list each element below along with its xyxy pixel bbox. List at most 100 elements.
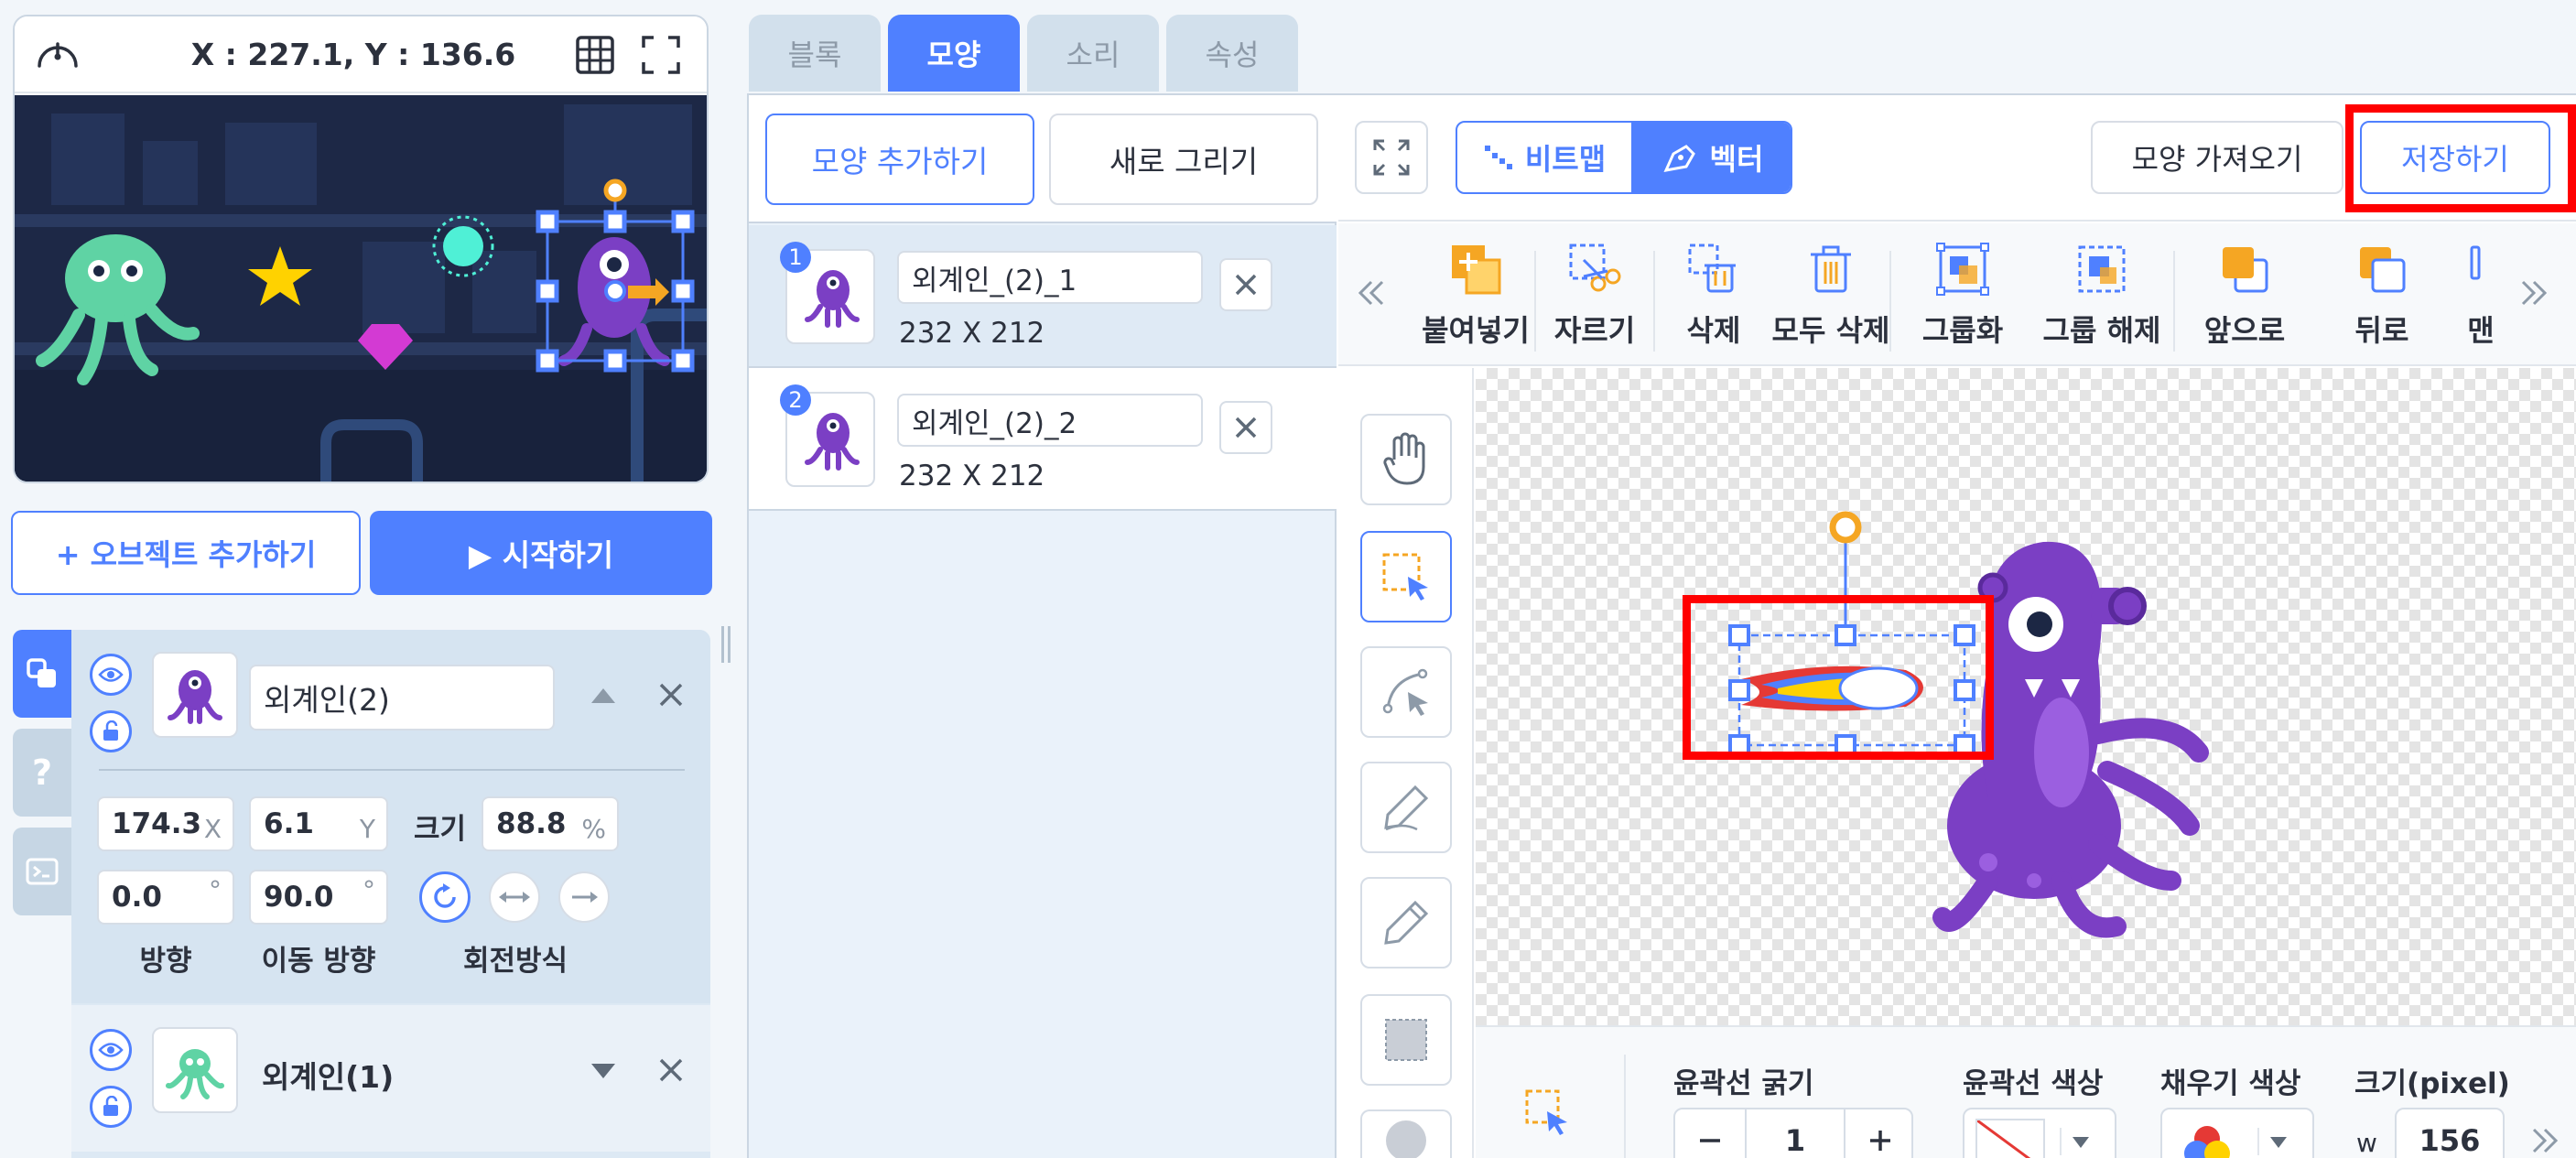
rotate-none-icon[interactable] — [558, 871, 610, 923]
object-item[interactable]: 외계인(1) — [71, 1005, 710, 1152]
pen-tool[interactable] — [1360, 762, 1452, 853]
object-thumbnail — [152, 1027, 238, 1113]
delete-all-label: 모두 삭제 — [1771, 313, 1890, 348]
y-field[interactable]: 6.1 Y — [249, 796, 388, 851]
bring-forward-tool[interactable]: 앞으로 — [2181, 240, 2309, 350]
costume-name-field[interactable]: 외계인_(2)_1 — [897, 251, 1203, 304]
stroke-color-picker[interactable] — [1963, 1108, 2116, 1158]
stage-header: X : 227.1, Y : 136.6 — [15, 16, 707, 93]
delete-object-icon[interactable] — [657, 1056, 685, 1084]
speedometer-icon[interactable] — [35, 33, 81, 73]
cut-label: 자르기 — [1553, 313, 1636, 348]
expand-down-icon[interactable] — [590, 1060, 617, 1082]
panel-splitter-handle[interactable] — [720, 626, 732, 663]
grid-icon[interactable] — [575, 35, 615, 75]
toolbar-divider — [1889, 251, 1891, 352]
console-icon — [26, 858, 59, 885]
stroke-width-label: 윤곽선 굵기 — [1673, 1067, 1814, 1100]
draw-new-button[interactable]: 새로 그리기 — [1049, 114, 1318, 205]
delete-all-tool[interactable]: 모두 삭제 — [1767, 240, 1895, 350]
hand-tool[interactable] — [1360, 414, 1452, 505]
bitmap-mode-button[interactable]: 비트맵 — [1457, 123, 1631, 192]
object-name-field[interactable]: 외계인(2) — [249, 665, 555, 731]
rotate-free-icon[interactable] — [419, 871, 471, 923]
toolbar-scroll-left-icon[interactable] — [1353, 275, 1390, 311]
import-shape-button[interactable]: 모양 가져오기 — [2091, 121, 2343, 194]
y-value: 6.1 — [264, 807, 314, 840]
size-field[interactable]: 88.8% — [482, 796, 619, 851]
costume-panel: 모양 추가하기 새로 그리기 1 외계인_(2)_1 232 X 212 2 외… — [749, 95, 1337, 1158]
delete-costume-button[interactable] — [1219, 401, 1272, 454]
increase-stroke-button[interactable] — [1845, 1109, 1911, 1158]
costume-item[interactable]: 1 외계인_(2)_1 232 X 212 — [749, 225, 1337, 368]
width-field[interactable]: 156 — [2395, 1108, 2505, 1158]
costume-name-field[interactable]: 외계인_(2)_2 — [897, 394, 1203, 447]
tab-sounds[interactable]: 소리 — [1027, 15, 1159, 92]
rectangle-tool[interactable] — [1360, 994, 1452, 1086]
delete-label: 삭제 — [1686, 313, 1741, 348]
delete-costume-button[interactable] — [1219, 258, 1272, 311]
paste-tool[interactable]: 붙여넣기 — [1412, 240, 1540, 350]
cut-tool[interactable]: 자르기 — [1531, 240, 1659, 350]
group-tool[interactable]: 그룹화 — [1899, 240, 2027, 350]
vector-mode-button[interactable]: 벡터 — [1631, 123, 1791, 192]
costume-size: 232 X 212 — [899, 460, 1045, 492]
send-backward-icon — [2360, 247, 2406, 293]
ellipse-tool[interactable] — [1360, 1109, 1452, 1158]
pen-icon — [1384, 785, 1429, 831]
side-tab-objects[interactable] — [13, 630, 71, 718]
node-edit-tool[interactable] — [1360, 646, 1452, 738]
ungroup-tool[interactable]: 그룹 해제 — [2038, 240, 2166, 350]
stroke-width-value[interactable]: 1 — [1745, 1109, 1845, 1158]
group-icon — [1936, 243, 1989, 296]
send-backward-label: 뒤로 — [2354, 313, 2409, 348]
unlock-icon[interactable] — [90, 1086, 132, 1128]
stroke-width-stepper[interactable]: 1 — [1673, 1108, 1913, 1158]
unlock-icon[interactable] — [90, 710, 132, 752]
ellipse-icon — [1386, 1120, 1426, 1158]
properties-scroll-right-icon[interactable] — [2527, 1122, 2563, 1158]
drawing-canvas[interactable] — [1476, 368, 2576, 1025]
decrease-stroke-button[interactable] — [1675, 1109, 1745, 1158]
size-unit: % — [581, 814, 606, 844]
start-button[interactable]: ▶ 시작하기 — [370, 511, 712, 595]
toolbar-scroll-right-icon[interactable] — [2516, 275, 2552, 311]
tab-properties[interactable]: 속성 — [1166, 15, 1298, 92]
pencil-tool[interactable] — [1360, 877, 1452, 969]
tab-blocks[interactable]: 블록 — [749, 15, 881, 92]
add-object-button[interactable]: + 오브젝트 추가하기 — [11, 511, 361, 595]
rotate-horizontal-icon[interactable] — [489, 871, 540, 923]
coordinate-readout: X : 227.1, Y : 136.6 — [190, 37, 516, 72]
move-direction-field[interactable]: 90.0 ° — [249, 870, 388, 925]
fullscreen-icon[interactable] — [641, 35, 681, 75]
pencil-icon — [1384, 900, 1429, 945]
stage-canvas[interactable] — [15, 95, 707, 482]
delete-object-icon[interactable] — [657, 681, 685, 709]
vector-artwork — [1728, 511, 2209, 938]
x-field[interactable]: 174.3 X — [97, 796, 234, 851]
costume-item[interactable]: 2 외계인_(2)_2 232 X 212 — [749, 368, 1337, 511]
side-tab-help[interactable]: ? — [13, 729, 71, 817]
add-costume-button[interactable]: 모양 추가하기 — [765, 114, 1034, 205]
object-item[interactable]: 외계인(2) 174.3 X 6.1 Y 크기 88.8% 0.0 ° 90.0 ° — [71, 630, 710, 1003]
group-label: 그룹화 — [1921, 313, 2004, 348]
collapse-up-icon[interactable] — [590, 685, 617, 707]
tab-shapes[interactable]: 모양 — [888, 15, 1020, 92]
side-tab-console[interactable] — [13, 828, 71, 915]
bring-forward-label: 앞으로 — [2203, 313, 2286, 348]
fill-color-picker[interactable] — [2160, 1108, 2314, 1158]
select-tool[interactable] — [1360, 531, 1452, 622]
editor-fullscreen-button[interactable] — [1355, 121, 1428, 194]
width-label: w — [2356, 1128, 2377, 1158]
direction-field[interactable]: 0.0 ° — [97, 870, 234, 925]
eye-icon[interactable] — [90, 1029, 132, 1071]
delete-tool[interactable]: 삭제 — [1650, 240, 1778, 350]
bezier-icon — [1382, 668, 1428, 716]
object-list: 외계인(2) 174.3 X 6.1 Y 크기 88.8% 0.0 ° 90.0 ° — [71, 630, 710, 1158]
plus-icon — [1870, 1131, 1890, 1151]
vector-label: 벡터 — [1709, 142, 1764, 177]
eye-icon[interactable] — [90, 654, 132, 696]
stage-scene — [15, 95, 707, 482]
objects-icon — [27, 658, 56, 687]
hand-icon — [1383, 432, 1425, 485]
